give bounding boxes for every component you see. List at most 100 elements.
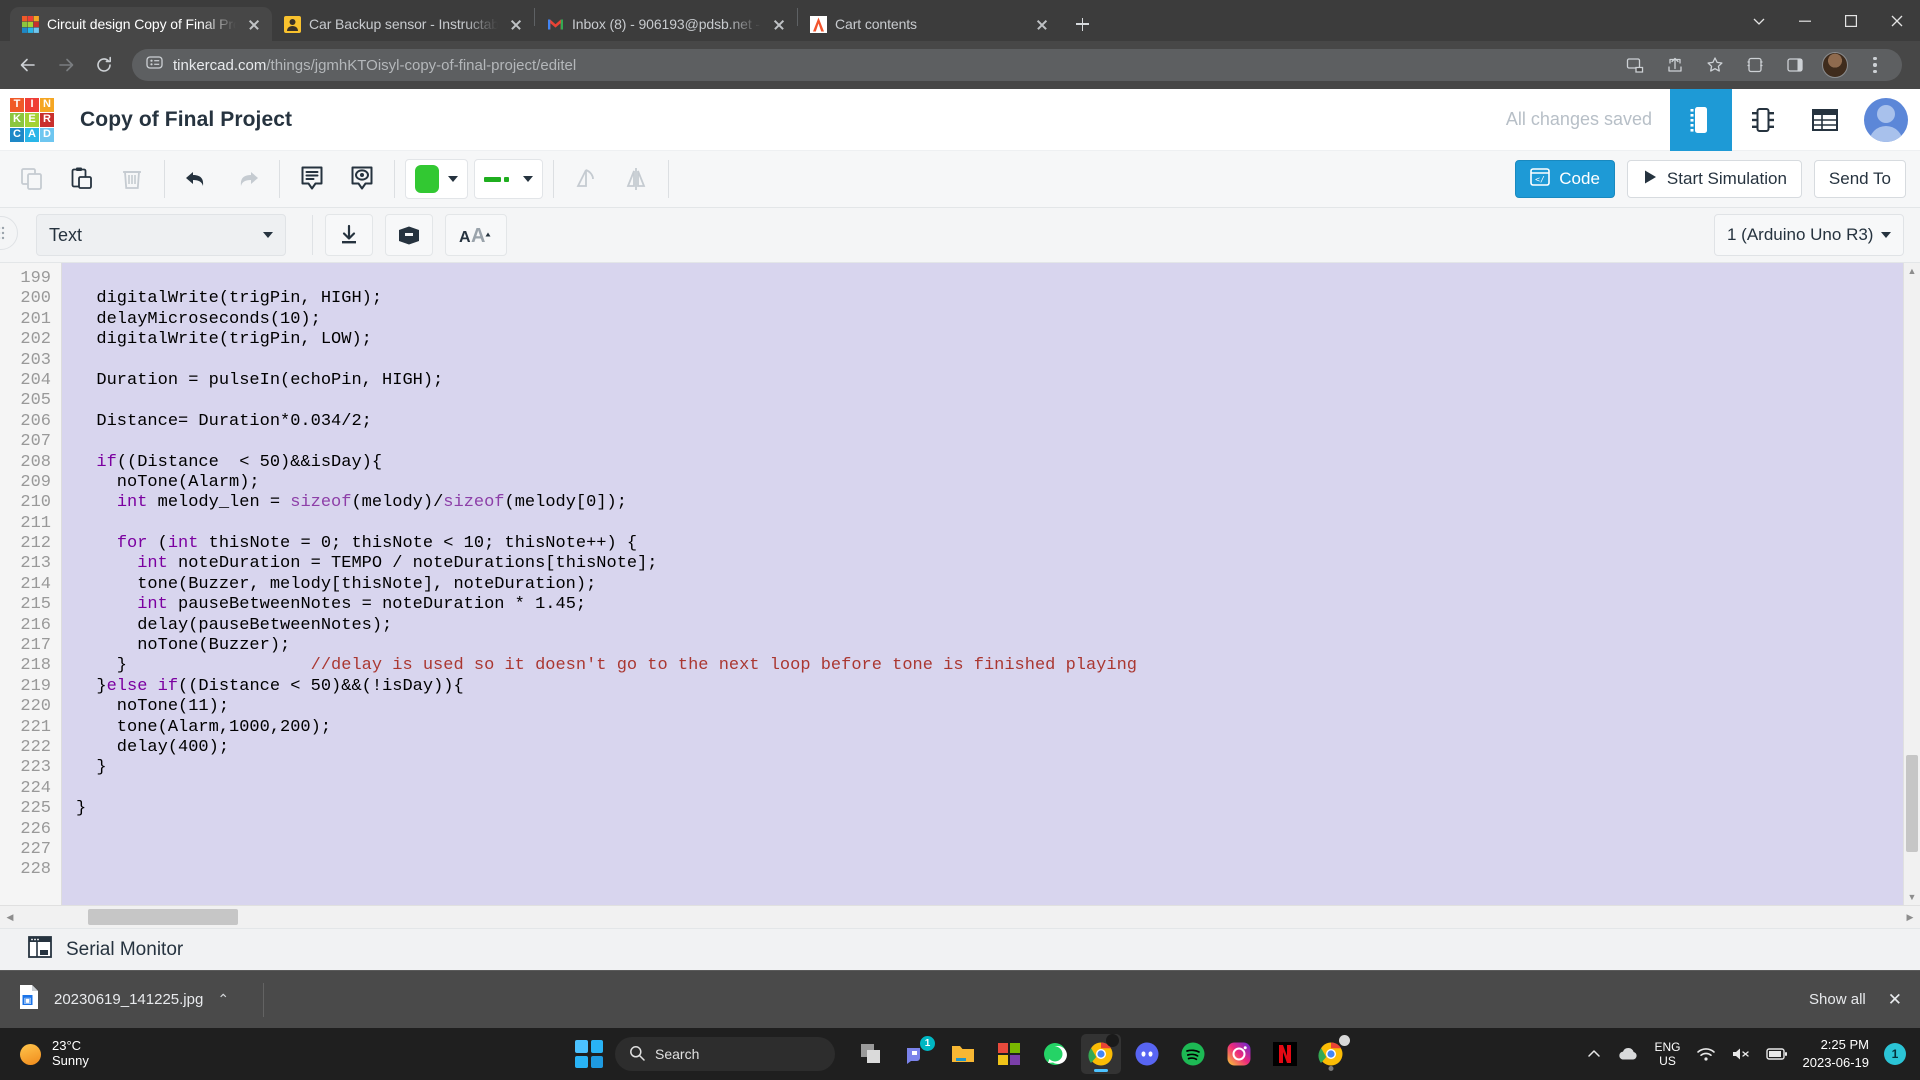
code-line[interactable]: Duration = pulseIn(echoPin, HIGH); (76, 371, 1903, 391)
close-icon[interactable] (506, 14, 526, 34)
delete-button[interactable] (110, 157, 154, 201)
chrome-menu-icon[interactable] (1862, 56, 1888, 74)
code-line[interactable]: for (int thisNote = 0; thisNote < 10; th… (76, 534, 1903, 554)
wifi-icon[interactable] (1696, 1046, 1716, 1062)
code-line[interactable]: delay(pauseBetweenNotes); (76, 616, 1903, 636)
code-line[interactable]: delayMicroseconds(10); (76, 310, 1903, 330)
chrome-more-icon[interactable] (1736, 0, 1782, 41)
code-button[interactable]: </ Code (1515, 160, 1615, 198)
tinkercad-logo-icon[interactable]: T I N K E R C A D (10, 97, 54, 142)
taskbar-item-teams[interactable]: 1 (897, 1034, 937, 1074)
address-bar[interactable]: tinkercad.com/things/jgmhKTOisyl-copy-of… (132, 49, 1902, 81)
board-select[interactable]: 1 (Arduino Uno R3) (1714, 214, 1904, 256)
close-shelf-icon[interactable]: ✕ (1888, 990, 1902, 1010)
show-hidden-icons[interactable] (1586, 1046, 1602, 1062)
panel-drag-handle[interactable] (0, 216, 18, 250)
circuit-view-button[interactable] (1732, 89, 1794, 151)
extensions-icon[interactable] (1742, 52, 1768, 78)
reload-button[interactable] (88, 49, 120, 81)
search-input[interactable]: Search (615, 1037, 835, 1071)
browser-tab-2[interactable]: Inbox (8) - 906193@pdsb.net - (535, 7, 797, 41)
notification-badge[interactable]: 1 (1884, 1043, 1906, 1065)
battery-icon[interactable] (1765, 1047, 1788, 1061)
code-line[interactable]: digitalWrite(trigPin, HIGH); (76, 289, 1903, 309)
code-line[interactable] (76, 391, 1903, 411)
forward-button[interactable] (50, 49, 82, 81)
code-line[interactable] (76, 860, 1903, 880)
code-line[interactable]: noTone(11); (76, 697, 1903, 717)
code-line[interactable] (76, 432, 1903, 452)
editor-vertical-scrollbar[interactable]: ▲ ▼ (1903, 263, 1920, 905)
code-mode-select[interactable]: Text (36, 214, 286, 256)
back-button[interactable] (12, 49, 44, 81)
start-simulation-button[interactable]: Start Simulation (1626, 160, 1802, 198)
download-item[interactable]: ▣ 20230619_141225.jpg ⌃ (18, 984, 251, 1015)
code-line[interactable]: digitalWrite(trigPin, LOW); (76, 330, 1903, 350)
taskbar-item-whatsapp[interactable] (1035, 1034, 1075, 1074)
taskbar-item-task-view[interactable] (851, 1034, 891, 1074)
mirror-icon[interactable] (614, 157, 658, 201)
color-picker-button[interactable] (405, 159, 468, 199)
vscroll-track[interactable] (1904, 279, 1920, 889)
code-line[interactable] (76, 351, 1903, 371)
site-info-icon[interactable] (146, 54, 163, 76)
browser-tab-3[interactable]: Cart contents (798, 7, 1060, 41)
paste-button[interactable] (60, 157, 104, 201)
scroll-left-icon[interactable]: ◀ (2, 912, 18, 923)
serial-monitor-bar[interactable]: Serial Monitor (0, 928, 1920, 970)
hscroll-thumb[interactable] (88, 909, 238, 925)
code-line[interactable]: } //delay is used so it doesn't go to th… (76, 656, 1903, 676)
code-line[interactable]: } (76, 758, 1903, 778)
taskbar-item-microsoft-store[interactable] (989, 1034, 1029, 1074)
taskbar-item-instagram[interactable] (1219, 1034, 1259, 1074)
taskbar-item-chrome[interactable] (1081, 1034, 1121, 1074)
share-icon[interactable] (1662, 52, 1688, 78)
undo-button[interactable] (175, 157, 219, 201)
code-line[interactable] (76, 514, 1903, 534)
chevron-up-icon[interactable]: ⌃ (217, 991, 229, 1008)
taskbar-item-discord[interactable] (1127, 1034, 1167, 1074)
copy-button[interactable] (10, 157, 54, 201)
weather-widget[interactable]: 23°C Sunny (0, 1038, 89, 1069)
browser-tab-0[interactable]: Circuit design Copy of Final Proj (10, 7, 272, 41)
code-line[interactable]: int pauseBetweenNotes = noteDuration * 1… (76, 595, 1903, 615)
taskbar-item-spotify[interactable] (1173, 1034, 1213, 1074)
browser-tab-1[interactable]: Car Backup sensor - Instructable (272, 7, 534, 41)
code-line[interactable]: tone(Alarm,1000,200); (76, 718, 1903, 738)
libraries-button[interactable] (385, 214, 433, 256)
redo-button[interactable] (225, 157, 269, 201)
close-button[interactable] (1874, 0, 1920, 41)
code-line[interactable]: } (76, 799, 1903, 819)
send-to-button[interactable]: Send To (1813, 160, 1906, 198)
code-line[interactable] (76, 779, 1903, 799)
close-icon[interactable] (244, 14, 264, 34)
rotate-icon[interactable] (564, 157, 608, 201)
editor-horizontal-scrollbar[interactable]: ◀ ▶ (0, 905, 1920, 928)
scroll-down-icon[interactable]: ▼ (1908, 889, 1917, 905)
close-icon[interactable] (1032, 14, 1052, 34)
taskbar-item-file-explorer[interactable] (943, 1034, 983, 1074)
taskbar-item-netflix[interactable] (1265, 1034, 1305, 1074)
volume-muted-icon[interactable] (1731, 1046, 1751, 1062)
start-button[interactable] (569, 1034, 609, 1074)
code-line[interactable]: int noteDuration = TEMPO / noteDurations… (76, 554, 1903, 574)
code-line[interactable] (76, 269, 1903, 289)
scroll-up-icon[interactable]: ▲ (1908, 263, 1917, 279)
list-view-button[interactable] (1794, 89, 1856, 151)
code-line[interactable]: noTone(Buzzer); (76, 636, 1903, 656)
bookmark-star-icon[interactable] (1702, 52, 1728, 78)
download-code-button[interactable] (325, 214, 373, 256)
code-line[interactable] (76, 820, 1903, 840)
input-language-indicator[interactable]: ENG US (1654, 1040, 1680, 1069)
scroll-right-icon[interactable]: ▶ (1902, 912, 1918, 923)
wire-style-button[interactable] (474, 159, 543, 199)
notes-icon[interactable] (290, 157, 334, 201)
show-all-downloads-button[interactable]: Show all (1809, 991, 1866, 1008)
onedrive-icon[interactable] (1617, 1046, 1639, 1062)
font-size-button[interactable]: A A (445, 214, 507, 256)
taskbar-item-chrome-2[interactable] (1311, 1034, 1351, 1074)
code-line[interactable]: tone(Buzzer, melody[thisNote], noteDurat… (76, 575, 1903, 595)
code-line[interactable]: if((Distance < 50)&&isDay){ (76, 453, 1903, 473)
code-text-area[interactable]: digitalWrite(trigPin, HIGH); delayMicros… (62, 263, 1903, 905)
code-line[interactable]: int melody_len = sizeof(melody)/sizeof(m… (76, 493, 1903, 513)
